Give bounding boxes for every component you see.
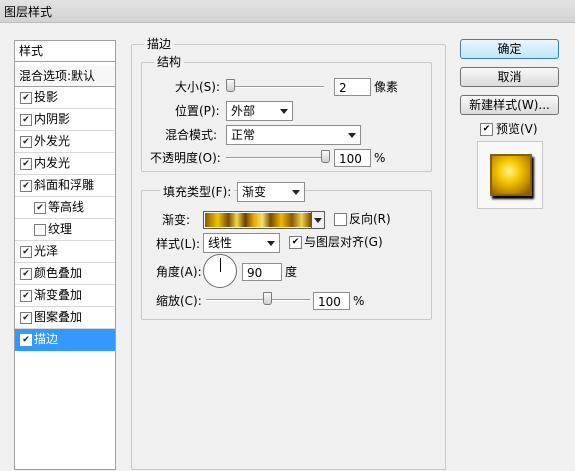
reverse-label: 反向(R) [349, 212, 391, 226]
style-item[interactable]: ✔ 内阴影 [15, 109, 115, 131]
ok-button[interactable]: 确定 [460, 39, 559, 59]
title-bar: 图层样式 [0, 0, 575, 23]
scale-slider[interactable] [206, 292, 310, 305]
style-list: 样式 混合选项:默认 ✔ 投影 ✔ 内阴影 ✔ 外发光 ✔ 内发光 ✔ 斜面和浮雕 ✔ 等高线 纹理 ✔ 光… [14, 40, 116, 470]
position-label: 位置(P): [175, 104, 220, 118]
blend-options-item[interactable]: 混合选项:默认 [15, 66, 115, 87]
style-preview [477, 141, 543, 209]
fill-type-select-value: 渐变 [242, 185, 267, 199]
style-item-label: 纹理 [48, 222, 73, 236]
gradient-style-select[interactable]: 线性 [203, 233, 280, 253]
style-item-checkbox[interactable]: ✔ [20, 290, 32, 302]
chevron-down-icon [348, 133, 356, 138]
style-item-label: 光泽 [34, 244, 59, 258]
reverse-checkbox[interactable] [334, 213, 347, 226]
angle-label: 角度(A): [156, 265, 202, 279]
align-with-layer-label: 与图层对齐(G) [304, 235, 383, 249]
scale-slider-thumb[interactable] [263, 292, 272, 305]
position-select[interactable]: 外部 [226, 101, 293, 121]
size-input[interactable]: 2 [334, 78, 371, 96]
angle-unit: 度 [285, 265, 298, 279]
blend-mode-label: 混合模式: [165, 128, 218, 142]
style-item-checkbox[interactable] [34, 224, 46, 236]
style-item[interactable]: ✔ 投影 [15, 87, 115, 109]
style-item[interactable]: ✔ 等高线 [15, 197, 115, 219]
chevron-down-icon [292, 190, 300, 195]
style-item[interactable]: ✔ 描边 [15, 329, 115, 351]
style-item-label: 图案叠加 [34, 310, 83, 324]
opacity-unit: % [374, 151, 386, 165]
scale-label: 缩放(C): [156, 294, 202, 308]
preview-label: 预览(V) [496, 122, 538, 136]
style-item[interactable]: ✔ 颜色叠加 [15, 263, 115, 285]
opacity-slider[interactable] [226, 150, 330, 163]
scale-slider-track [206, 299, 310, 301]
blend-mode-select[interactable]: 正常 [226, 125, 361, 145]
style-item[interactable]: ✔ 图案叠加 [15, 307, 115, 329]
style-item-checkbox[interactable]: ✔ [20, 268, 32, 280]
window-title: 图层样式 [4, 5, 53, 19]
structure-group-title: 结构 [154, 55, 185, 69]
gradient-preview [205, 213, 311, 227]
style-item-checkbox[interactable]: ✔ [20, 246, 32, 258]
opacity-slider-thumb[interactable] [321, 150, 330, 163]
style-item[interactable]: ✔ 斜面和浮雕 [15, 175, 115, 197]
blend-mode-select-value: 正常 [231, 128, 256, 142]
position-select-value: 外部 [231, 104, 256, 118]
style-item-label: 内阴影 [34, 112, 71, 126]
angle-dial-needle [220, 258, 221, 272]
style-item-label: 外发光 [34, 134, 71, 148]
size-label: 大小(S): [175, 80, 221, 94]
style-item-label: 渐变叠加 [34, 288, 83, 302]
cancel-button[interactable]: 取消 [460, 67, 559, 87]
opacity-label: 不透明度(O): [150, 151, 221, 165]
gradient-label: 渐变: [162, 213, 191, 227]
style-item-label: 等高线 [48, 200, 85, 214]
size-slider-thumb[interactable] [226, 79, 235, 92]
style-item-label: 斜面和浮雕 [34, 178, 95, 192]
style-item-checkbox[interactable]: ✔ [34, 202, 46, 214]
style-item-label: 颜色叠加 [34, 266, 83, 280]
style-item-checkbox[interactable]: ✔ [20, 136, 32, 148]
style-item-checkbox[interactable]: ✔ [20, 158, 32, 170]
style-item-checkbox[interactable]: ✔ [20, 334, 32, 346]
preview-checkbox[interactable]: ✔ [480, 123, 493, 136]
style-item-label: 内发光 [34, 156, 71, 170]
angle-input[interactable]: 90 [242, 263, 282, 281]
size-slider-track [226, 86, 324, 88]
chevron-down-icon [267, 241, 275, 246]
style-item[interactable]: ✔ 渐变叠加 [15, 285, 115, 307]
style-list-header[interactable]: 样式 [15, 41, 115, 62]
style-item-checkbox[interactable]: ✔ [20, 180, 32, 192]
stroke-group-title: 描边 [144, 37, 175, 51]
chevron-down-icon [280, 109, 288, 114]
opacity-slider-track [226, 157, 330, 159]
size-slider[interactable] [226, 79, 324, 92]
style-item[interactable]: ✔ 内发光 [15, 153, 115, 175]
chevron-down-icon[interactable] [311, 212, 324, 228]
fill-type-label: 填充类型(F): [160, 185, 235, 199]
style-item-label: 投影 [34, 90, 59, 104]
scale-input[interactable]: 100 [313, 292, 350, 310]
style-item[interactable]: 纹理 [15, 219, 115, 241]
fill-type-select[interactable]: 渐变 [237, 182, 305, 202]
opacity-input[interactable]: 100 [334, 149, 371, 167]
gradient-picker[interactable] [203, 211, 325, 229]
style-item-checkbox[interactable]: ✔ [20, 312, 32, 324]
style-preview-swatch [490, 154, 532, 196]
style-item[interactable]: ✔ 光泽 [15, 241, 115, 263]
style-item[interactable]: ✔ 外发光 [15, 131, 115, 153]
gradient-style-label: 样式(L): [156, 237, 201, 251]
gradient-style-select-value: 线性 [208, 236, 233, 250]
size-unit: 像素 [374, 80, 399, 94]
style-item-label: 描边 [34, 332, 59, 346]
style-item-checkbox[interactable]: ✔ [20, 92, 32, 104]
style-item-checkbox[interactable]: ✔ [20, 114, 32, 126]
angle-dial[interactable] [203, 254, 237, 288]
align-with-layer-checkbox[interactable]: ✔ [289, 236, 302, 249]
new-style-button[interactable]: 新建样式(W)... [460, 95, 559, 115]
scale-unit: % [353, 294, 365, 308]
